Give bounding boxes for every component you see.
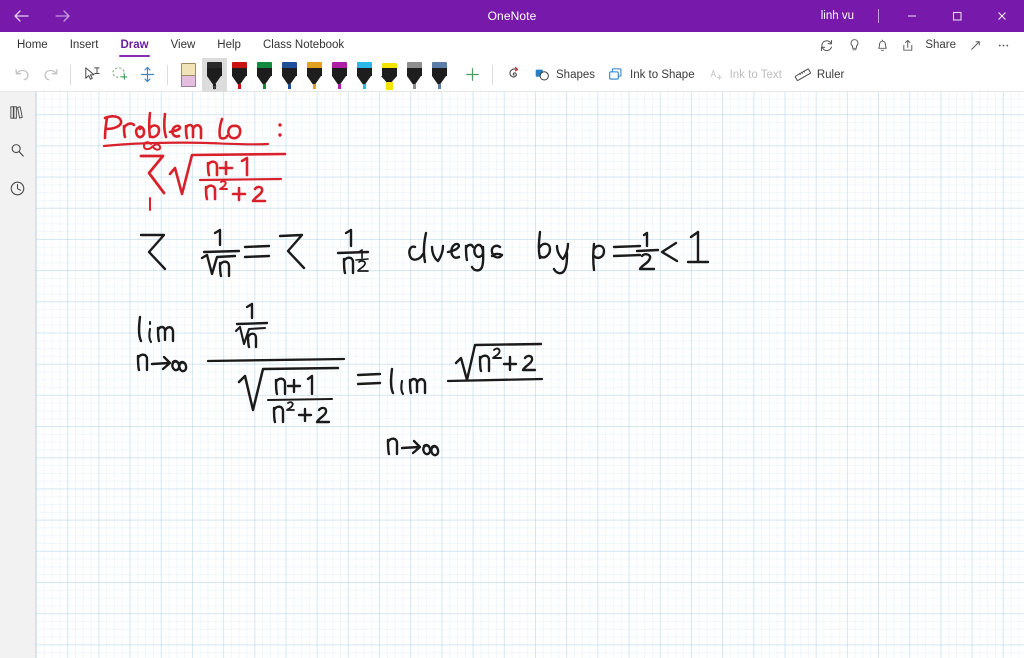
ink-to-text-label: Ink to Text: [729, 68, 782, 81]
eraser-icon: [180, 62, 196, 87]
lightbulb-icon[interactable]: [841, 33, 867, 57]
ink-limit-expression: [136, 302, 544, 457]
sidebar-item-recent-notes[interactable]: [3, 174, 33, 202]
left-sidebar: [0, 92, 36, 658]
tab-class-notebook[interactable]: Class Notebook: [252, 32, 355, 58]
tab-view[interactable]: View: [160, 32, 207, 58]
forward-arrow-icon[interactable]: [48, 3, 78, 29]
draw-toolbar: ▾ Shapes Ink to Shape Ink to Text Ruler: [0, 57, 1024, 92]
highlighter-yellow[interactable]: [377, 58, 402, 92]
undo-button[interactable]: [8, 60, 36, 90]
close-button[interactable]: [979, 0, 1024, 32]
toolbar-divider-3: [492, 64, 493, 85]
redo-button[interactable]: [36, 60, 64, 90]
note-page-canvas[interactable]: [36, 92, 1024, 658]
tab-help[interactable]: Help: [206, 32, 252, 58]
select-tool-button[interactable]: [77, 60, 105, 90]
pen-steel[interactable]: [427, 58, 452, 92]
pen-red[interactable]: [227, 58, 252, 92]
tab-help-label: Help: [217, 39, 241, 51]
toolbar-divider-2: [167, 64, 168, 85]
tab-home[interactable]: Home: [6, 32, 59, 58]
user-account-name[interactable]: linh vu: [807, 10, 868, 22]
sidebar-item-notebooks[interactable]: [3, 98, 33, 126]
chevron-down-icon[interactable]: ▾: [202, 83, 227, 92]
insert-space-button[interactable]: [133, 60, 161, 90]
share-button[interactable]: Share: [897, 33, 960, 57]
sync-icon[interactable]: [813, 33, 839, 57]
ribbon-actions: Share: [813, 32, 1024, 58]
add-pen-button[interactable]: [458, 60, 486, 90]
more-options-icon[interactable]: [990, 33, 1016, 57]
shapes-label: Shapes: [556, 68, 596, 81]
tab-draw-label: Draw: [120, 39, 149, 51]
eraser-button[interactable]: [174, 60, 202, 90]
bell-icon[interactable]: [869, 33, 895, 57]
minimize-button[interactable]: [889, 0, 934, 32]
tab-class-notebook-label: Class Notebook: [262, 39, 345, 51]
title-bar: OneNote linh vu: [0, 0, 1024, 32]
workspace: [0, 92, 1024, 658]
lasso-select-button[interactable]: [105, 60, 133, 90]
title-divider: [878, 9, 879, 23]
pen-blue[interactable]: [277, 58, 302, 92]
expand-icon[interactable]: [962, 33, 988, 57]
back-arrow-icon[interactable]: [6, 3, 36, 29]
ruler-label: Ruler: [816, 68, 845, 81]
ink-replay-button[interactable]: [499, 60, 527, 90]
ink-series-expression: [139, 141, 287, 211]
sidebar-item-search[interactable]: [3, 136, 33, 164]
ruler-button[interactable]: Ruler: [788, 60, 850, 90]
navigation-buttons: [0, 3, 78, 29]
toolbar-divider: [70, 64, 71, 85]
shapes-button[interactable]: Shapes: [527, 60, 601, 90]
pen-green[interactable]: [252, 58, 277, 92]
tab-view-label: View: [170, 39, 196, 51]
pen-gold[interactable]: [302, 58, 327, 92]
onenote-window: OneNote linh vu Home Insert Draw View He…: [0, 0, 1024, 658]
ink-to-text-button[interactable]: Ink to Text: [701, 60, 788, 90]
tab-draw[interactable]: Draw: [109, 32, 159, 58]
pen-grey[interactable]: [402, 58, 427, 92]
handwritten-ink-layer: [102, 111, 710, 457]
ribbon-tabs: Home Insert Draw View Help Class Noteboo…: [0, 32, 355, 58]
ink-to-shape-label: Ink to Shape: [630, 68, 695, 81]
pen-black[interactable]: ▾: [202, 57, 227, 92]
maximize-button[interactable]: [934, 0, 979, 32]
pen-cyan[interactable]: [352, 58, 377, 92]
ink-to-shape-button[interactable]: Ink to Shape: [601, 60, 701, 90]
share-label: Share: [925, 39, 956, 51]
ink-note-title: [102, 111, 282, 148]
pen-rack: ▾: [202, 57, 452, 92]
title-bar-right: linh vu: [807, 0, 1024, 32]
tab-insert-label: Insert: [69, 39, 99, 51]
ink-comparison-line: [139, 228, 710, 278]
pen-magenta[interactable]: [327, 58, 352, 92]
ribbon-tab-strip: Home Insert Draw View Help Class Noteboo…: [0, 32, 1024, 58]
tab-home-label: Home: [17, 39, 48, 51]
tab-insert[interactable]: Insert: [59, 32, 110, 58]
